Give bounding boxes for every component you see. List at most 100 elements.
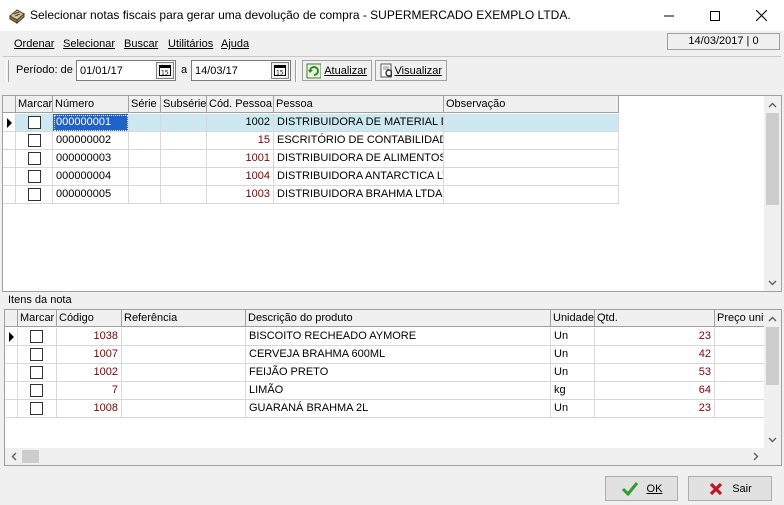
observacao-cell[interactable]	[444, 168, 619, 186]
scroll-up-button[interactable]	[764, 310, 781, 327]
mark-checkbox[interactable]	[30, 384, 43, 397]
scroll-down-button[interactable]	[764, 274, 781, 291]
numero-cell[interactable]: 000000005	[53, 186, 129, 204]
unidade-cell[interactable]: Un	[551, 328, 595, 346]
mark-checkbox[interactable]	[28, 134, 41, 147]
scroll-up-button[interactable]	[764, 96, 781, 113]
table-row[interactable]: 1002 FEIJÃO PRETO Un 53	[5, 364, 765, 382]
unidade-cell[interactable]: Un	[551, 400, 595, 418]
date-to-calendar-button[interactable]: 15	[271, 62, 289, 79]
items-grid[interactable]: Marcar Código Referência Descrição do pr…	[4, 309, 782, 466]
menu-buscar[interactable]: Buscar	[124, 38, 158, 50]
header-qtd[interactable]: Qtd.	[595, 310, 715, 327]
menu-utilitarios[interactable]: Utilitários	[168, 38, 213, 50]
ok-button[interactable]: OK	[605, 476, 678, 501]
refresh-button[interactable]: Atualizar	[302, 60, 372, 81]
table-row[interactable]: 000000002 15 ESCRITÓRIO DE CONTABILIDADE	[3, 132, 620, 150]
table-row[interactable]: 1038 BISCOITO RECHEADO AYMORE Un 23	[5, 328, 765, 346]
codigo-cell[interactable]: 7	[57, 382, 122, 400]
qtd-cell[interactable]: 23	[595, 400, 715, 418]
numero-cell[interactable]: 000000001	[53, 114, 129, 132]
header-subserie[interactable]: Subsérie	[161, 96, 207, 113]
descricao-cell[interactable]: GUARANÁ BRAHMA 2L	[246, 400, 551, 418]
header-codigo[interactable]: Código	[57, 310, 122, 327]
cod-pessoa-cell[interactable]: 1003	[207, 186, 274, 204]
table-row[interactable]: 7 LIMÃO kg 64	[5, 382, 765, 400]
view-button[interactable]: Visualizar	[375, 60, 447, 81]
header-referencia[interactable]: Referência	[122, 310, 246, 327]
header-unidade[interactable]: Unidade	[551, 310, 595, 327]
mark-checkbox[interactable]	[28, 116, 41, 129]
pessoa-cell[interactable]: DISTRIBUIDORA DE ALIMENTOS	[274, 150, 444, 168]
mark-checkbox[interactable]	[30, 366, 43, 379]
scroll-thumb[interactable]	[766, 327, 779, 385]
subserie-cell[interactable]	[161, 168, 207, 186]
codigo-cell[interactable]: 1007	[57, 346, 122, 364]
descricao-cell[interactable]: CERVEJA BRAHMA 600ML	[246, 346, 551, 364]
preco-cell[interactable]	[715, 328, 765, 346]
minimize-button[interactable]	[646, 0, 692, 31]
header-numero[interactable]: Número	[53, 96, 129, 113]
close-button[interactable]	[738, 0, 784, 31]
codigo-cell[interactable]: 1008	[57, 400, 122, 418]
observacao-cell[interactable]	[444, 150, 619, 168]
descricao-cell[interactable]: BISCOITO RECHEADO AYMORE	[246, 328, 551, 346]
numero-cell[interactable]: 000000003	[53, 150, 129, 168]
cod-pessoa-cell[interactable]: 1002	[207, 114, 274, 132]
table-row[interactable]: 000000003 1001 DISTRIBUIDORA DE ALIMENTO…	[3, 150, 620, 168]
menu-ordenar[interactable]: Ordenar	[14, 38, 54, 50]
notes-vertical-scrollbar[interactable]	[764, 96, 781, 291]
descricao-cell[interactable]: LIMÃO	[246, 382, 551, 400]
preco-cell[interactable]	[715, 346, 765, 364]
title-bar[interactable]: Selecionar notas fiscais para gerar uma …	[0, 0, 784, 31]
subserie-cell[interactable]	[161, 186, 207, 204]
observacao-cell[interactable]	[444, 114, 619, 132]
serie-cell[interactable]	[129, 150, 161, 168]
observacao-cell[interactable]	[444, 186, 619, 204]
header-observacao[interactable]: Observação	[444, 96, 619, 113]
header-cod-pessoa[interactable]: Cód. Pessoa	[207, 96, 274, 113]
maximize-button[interactable]	[692, 0, 738, 31]
cod-pessoa-cell[interactable]: 1001	[207, 150, 274, 168]
preco-cell[interactable]	[715, 382, 765, 400]
table-row[interactable]: 1008 GUARANÁ BRAHMA 2L Un 23	[5, 400, 765, 418]
table-row[interactable]: 1007 CERVEJA BRAHMA 600ML Un 42	[5, 346, 765, 364]
menu-selecionar[interactable]: Selecionar	[63, 38, 115, 50]
items-horizontal-scrollbar[interactable]	[5, 448, 764, 465]
table-row[interactable]: 000000004 1004 DISTRIBUIDORA ANTARCTICA …	[3, 168, 620, 186]
header-marcar[interactable]: Marcar	[16, 96, 53, 113]
subserie-cell[interactable]	[161, 132, 207, 150]
observacao-cell[interactable]	[444, 132, 619, 150]
numero-cell[interactable]: 000000002	[53, 132, 129, 150]
items-vertical-scrollbar[interactable]	[764, 310, 781, 448]
numero-cell[interactable]: 000000004	[53, 168, 129, 186]
pessoa-cell[interactable]: DISTRIBUIDORA DE MATERIAL DE	[274, 114, 444, 132]
header-preco-unitario[interactable]: Preço unitário	[715, 310, 765, 327]
menu-ajuda[interactable]: Ajuda	[221, 38, 249, 50]
cod-pessoa-cell[interactable]: 15	[207, 132, 274, 150]
mark-checkbox[interactable]	[30, 348, 43, 361]
serie-cell[interactable]	[129, 132, 161, 150]
qtd-cell[interactable]: 42	[595, 346, 715, 364]
header-pessoa[interactable]: Pessoa	[274, 96, 444, 113]
scroll-thumb[interactable]	[766, 113, 779, 205]
referencia-cell[interactable]	[122, 400, 246, 418]
mark-checkbox[interactable]	[28, 170, 41, 183]
scroll-thumb[interactable]	[22, 450, 39, 463]
toolbar-grip[interactable]	[6, 60, 9, 82]
mark-checkbox[interactable]	[30, 330, 43, 343]
serie-cell[interactable]	[129, 186, 161, 204]
codigo-cell[interactable]: 1038	[57, 328, 122, 346]
qtd-cell[interactable]: 64	[595, 382, 715, 400]
serie-cell[interactable]	[129, 168, 161, 186]
pessoa-cell[interactable]: DISTRIBUIDORA BRAHMA LTDA	[274, 186, 444, 204]
referencia-cell[interactable]	[122, 346, 246, 364]
exit-button[interactable]: Sair	[688, 476, 772, 501]
mark-checkbox[interactable]	[28, 152, 41, 165]
subserie-cell[interactable]	[161, 114, 207, 132]
qtd-cell[interactable]: 23	[595, 328, 715, 346]
referencia-cell[interactable]	[122, 382, 246, 400]
subserie-cell[interactable]	[161, 150, 207, 168]
table-row[interactable]: 000000001 1002 DISTRIBUIDORA DE MATERIAL…	[3, 114, 620, 132]
scroll-down-button[interactable]	[764, 431, 781, 448]
